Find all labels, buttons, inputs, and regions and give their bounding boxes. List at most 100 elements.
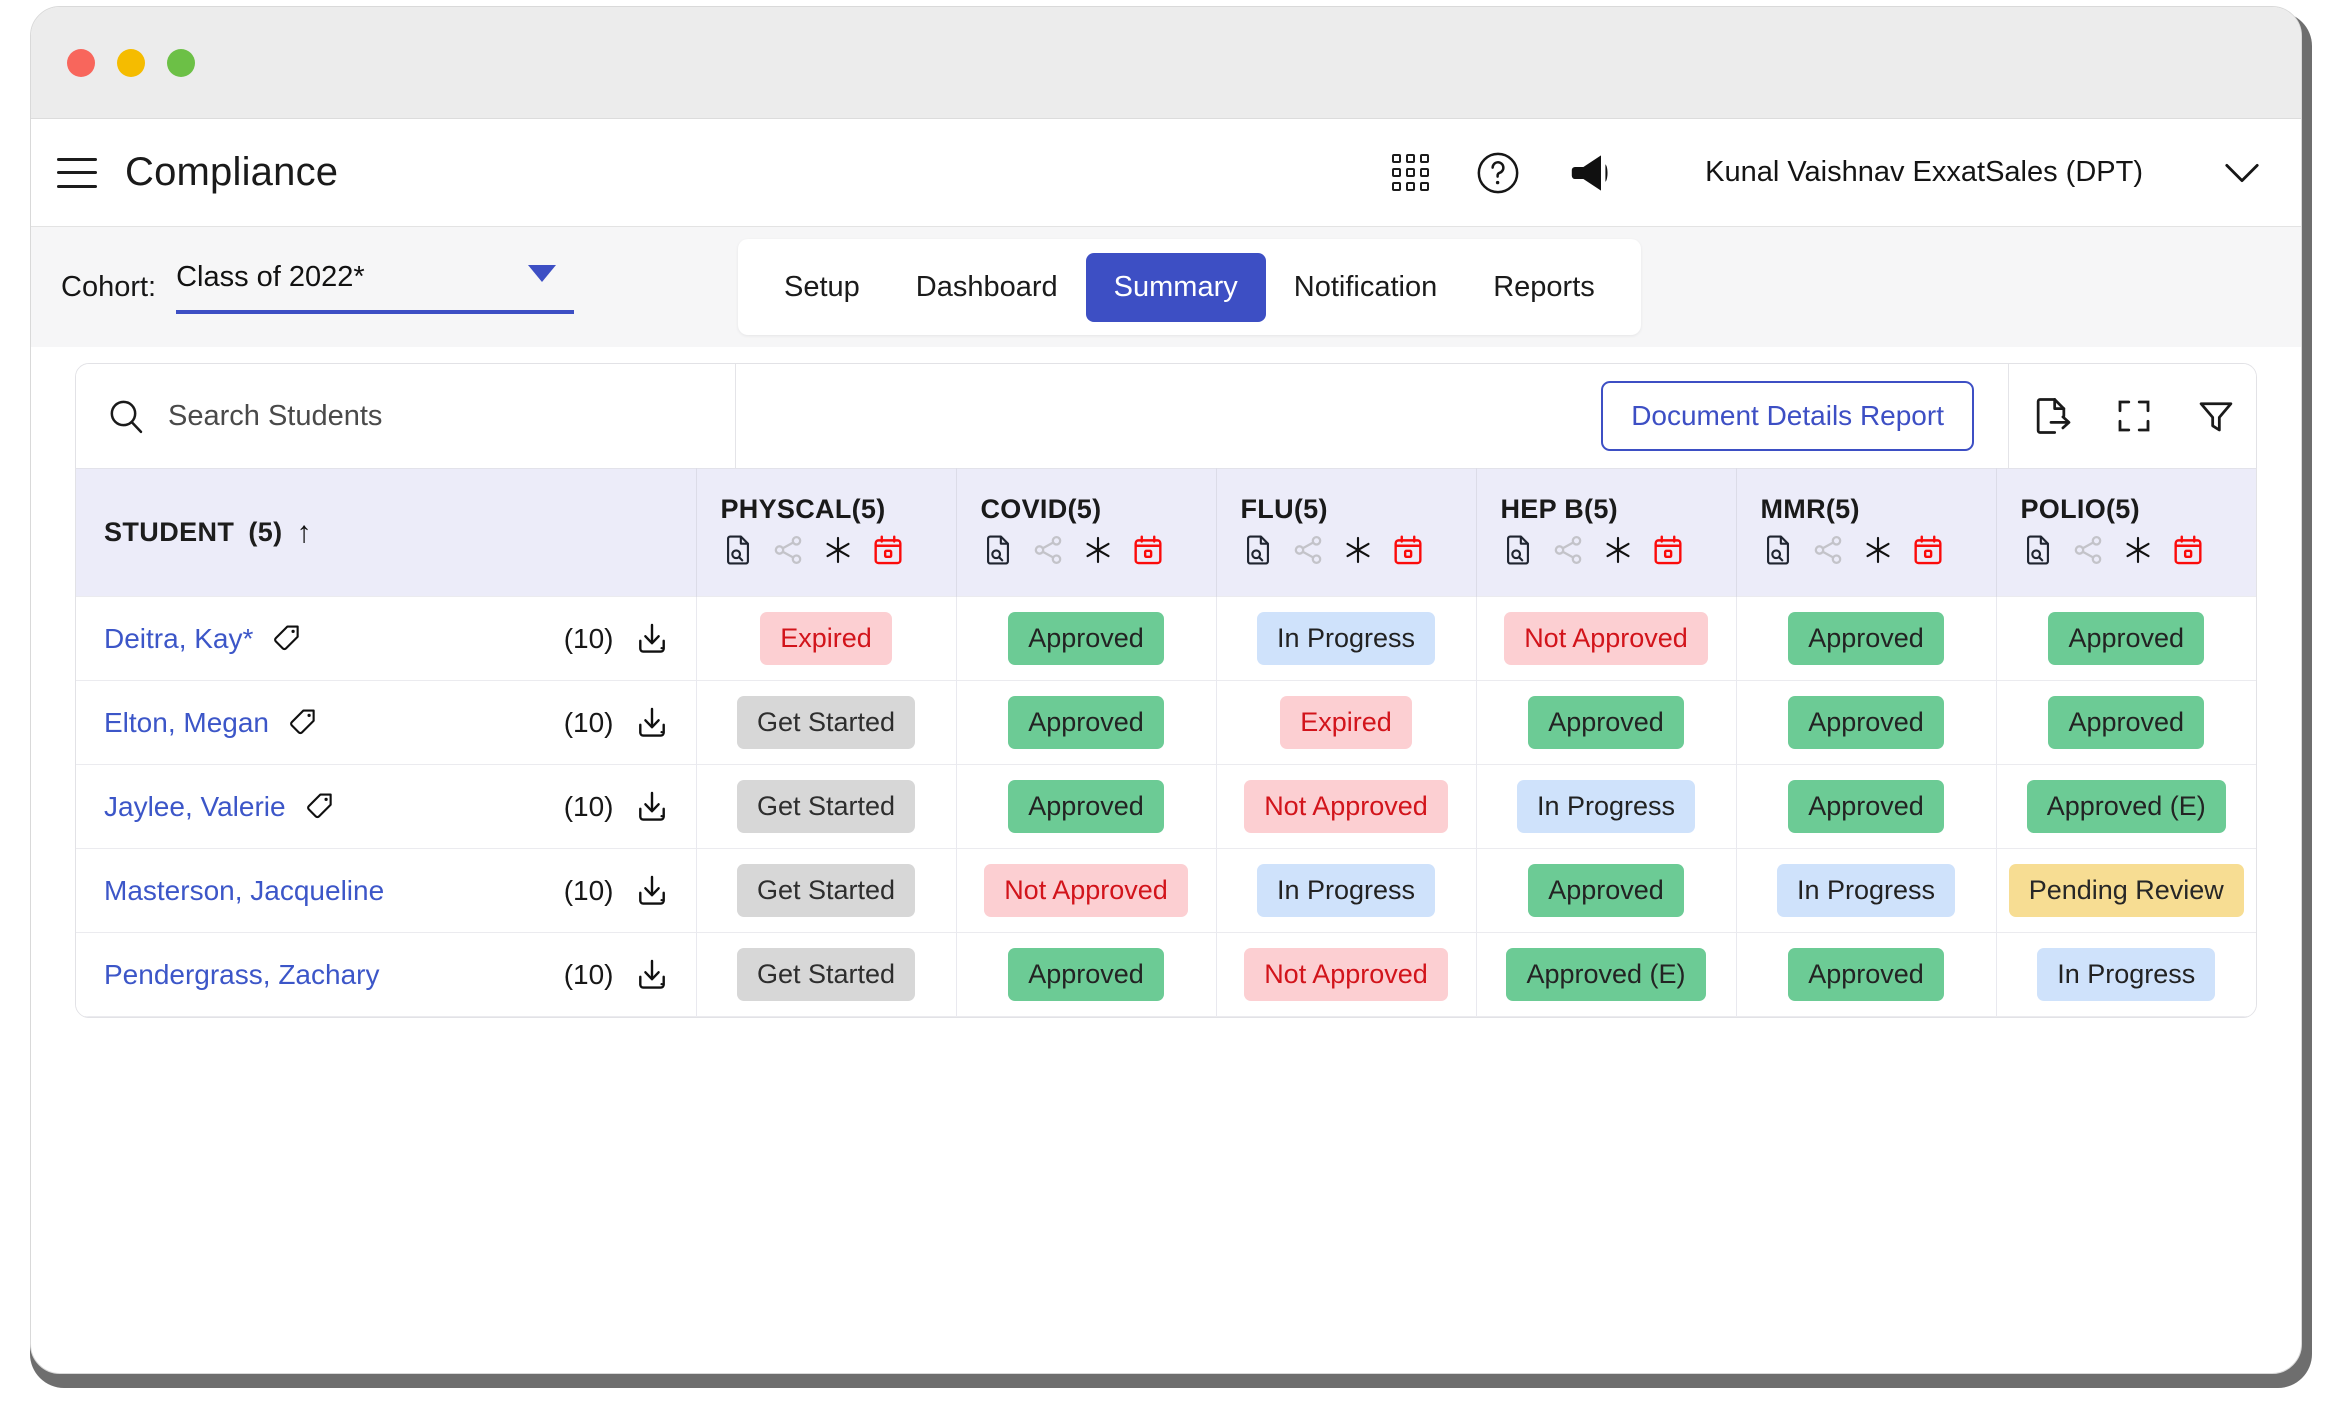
share-icon[interactable] bbox=[1031, 533, 1065, 572]
status-badge[interactable]: Approved bbox=[1788, 948, 1944, 1001]
calendar-icon[interactable] bbox=[1911, 533, 1945, 572]
status-badge[interactable]: Approved bbox=[1008, 948, 1164, 1001]
document-count: (10) bbox=[563, 790, 614, 822]
column-header-covid[interactable]: COVID(5) bbox=[956, 468, 1217, 597]
column-header-polio[interactable]: POLIO(5) bbox=[1996, 468, 2256, 597]
download-icon[interactable] bbox=[634, 705, 670, 741]
user-account-label[interactable]: Kunal Vaishnav ExxatSales (DPT) bbox=[1705, 156, 2143, 189]
student-name-link[interactable]: Pendergrass, Zachary bbox=[104, 959, 379, 991]
status-badge[interactable]: Get Started bbox=[736, 948, 916, 1001]
summary-card: Search Students Document Details Report bbox=[75, 363, 2257, 1018]
hamburger-menu-icon[interactable] bbox=[57, 157, 97, 188]
status-badge[interactable]: In Progress bbox=[1256, 864, 1436, 917]
student-name-link[interactable]: Deitra, Kay* bbox=[104, 623, 253, 655]
chevron-down-icon[interactable] bbox=[2223, 161, 2261, 185]
fullscreen-icon[interactable] bbox=[2113, 395, 2155, 437]
apps-grid-icon[interactable] bbox=[1392, 154, 1430, 191]
export-icon[interactable] bbox=[2029, 394, 2073, 438]
document-search-icon[interactable] bbox=[1761, 533, 1795, 572]
share-icon[interactable] bbox=[771, 533, 805, 572]
download-icon[interactable] bbox=[634, 873, 670, 909]
student-name-link[interactable]: Masterson, Jacqueline bbox=[104, 875, 384, 907]
close-window-button[interactable] bbox=[67, 48, 95, 77]
calendar-icon[interactable] bbox=[2171, 533, 2205, 572]
status-badge[interactable]: In Progress bbox=[1776, 864, 1956, 917]
document-search-icon[interactable] bbox=[1241, 533, 1275, 572]
status-badge[interactable]: Not Approved bbox=[1504, 612, 1708, 665]
asterisk-icon[interactable] bbox=[2121, 533, 2155, 572]
column-header-mmr[interactable]: MMR(5) bbox=[1736, 468, 1997, 597]
maximize-window-button[interactable] bbox=[167, 48, 195, 77]
status-cell: Approved bbox=[1476, 680, 1737, 765]
status-badge[interactable]: Not Approved bbox=[1244, 780, 1448, 833]
status-badge[interactable]: Approved bbox=[1528, 696, 1684, 749]
status-badge[interactable]: Not Approved bbox=[1244, 948, 1448, 1001]
column-header-physcal[interactable]: PHYSCAL(5) bbox=[696, 468, 957, 597]
status-badge[interactable]: Approved bbox=[1008, 696, 1164, 749]
tab-notification[interactable]: Notification bbox=[1266, 253, 1465, 322]
column-header-hep-b[interactable]: HEP B(5) bbox=[1476, 468, 1737, 597]
status-badge[interactable]: Approved bbox=[1788, 780, 1944, 833]
share-icon[interactable] bbox=[1291, 533, 1325, 572]
document-details-report-button[interactable]: Document Details Report bbox=[1601, 381, 1974, 451]
status-badge[interactable]: Approved bbox=[1008, 780, 1164, 833]
column-header-flu[interactable]: FLU(5) bbox=[1216, 468, 1477, 597]
status-badge[interactable]: Get Started bbox=[736, 864, 916, 917]
filter-icon[interactable] bbox=[2195, 395, 2237, 437]
status-badge[interactable]: Get Started bbox=[736, 780, 916, 833]
student-name-link[interactable]: Jaylee, Valerie bbox=[104, 791, 286, 823]
status-badge[interactable]: Get Started bbox=[736, 696, 916, 749]
status-badge[interactable]: In Progress bbox=[1516, 780, 1696, 833]
status-badge[interactable]: Expired bbox=[1280, 696, 1412, 749]
document-search-icon[interactable] bbox=[1501, 533, 1535, 572]
status-badge[interactable]: Approved bbox=[1008, 612, 1164, 665]
status-badge[interactable]: Approved bbox=[1528, 864, 1684, 917]
download-icon[interactable] bbox=[634, 621, 670, 657]
tab-dashboard[interactable]: Dashboard bbox=[888, 253, 1086, 322]
asterisk-icon[interactable] bbox=[1341, 533, 1375, 572]
megaphone-icon[interactable] bbox=[1567, 151, 1619, 195]
calendar-icon[interactable] bbox=[1651, 533, 1685, 572]
document-search-icon[interactable] bbox=[981, 533, 1015, 572]
download-icon[interactable] bbox=[634, 789, 670, 825]
document-search-icon[interactable] bbox=[721, 533, 755, 572]
share-icon[interactable] bbox=[2071, 533, 2105, 572]
status-badge[interactable]: Approved (E) bbox=[1506, 948, 1706, 1001]
document-search-icon[interactable] bbox=[2021, 533, 2055, 572]
help-circle-icon[interactable] bbox=[1475, 150, 1521, 196]
tag-icon[interactable] bbox=[271, 622, 305, 656]
calendar-icon[interactable] bbox=[1391, 533, 1425, 572]
tag-icon[interactable] bbox=[287, 706, 321, 740]
asterisk-icon[interactable] bbox=[821, 533, 855, 572]
asterisk-icon[interactable] bbox=[1601, 533, 1635, 572]
sort-ascending-icon[interactable]: ↑ bbox=[297, 517, 312, 548]
download-icon[interactable] bbox=[634, 957, 670, 993]
cohort-dropdown[interactable]: Class of 2022* bbox=[176, 261, 575, 314]
share-icon[interactable] bbox=[1551, 533, 1585, 572]
column-header-student[interactable]: STUDENT (5) ↑ bbox=[76, 468, 697, 597]
status-badge[interactable]: Approved bbox=[2048, 612, 2205, 665]
status-badge[interactable]: Expired bbox=[760, 612, 892, 665]
calendar-icon[interactable] bbox=[871, 533, 905, 572]
status-badge[interactable]: Approved (E) bbox=[2026, 780, 2226, 833]
document-count: (10) bbox=[563, 874, 614, 906]
tab-summary[interactable]: Summary bbox=[1085, 252, 1266, 322]
minimize-window-button[interactable] bbox=[117, 48, 145, 77]
tag-icon[interactable] bbox=[304, 790, 338, 824]
status-badge[interactable]: Approved bbox=[1788, 696, 1944, 749]
tab-setup[interactable]: Setup bbox=[756, 253, 888, 322]
status-badge[interactable]: Not Approved bbox=[984, 864, 1188, 917]
status-badge[interactable]: In Progress bbox=[2037, 948, 2216, 1001]
asterisk-icon[interactable] bbox=[1081, 533, 1115, 572]
search-input[interactable]: Search Students bbox=[76, 364, 736, 468]
student-name-link[interactable]: Elton, Megan bbox=[104, 707, 269, 739]
asterisk-icon[interactable] bbox=[1861, 533, 1895, 572]
status-cell: Approved bbox=[1996, 596, 2256, 681]
share-icon[interactable] bbox=[1811, 533, 1845, 572]
calendar-icon[interactable] bbox=[1131, 533, 1165, 572]
tab-reports[interactable]: Reports bbox=[1465, 253, 1623, 322]
status-badge[interactable]: In Progress bbox=[1256, 612, 1436, 665]
status-badge[interactable]: Pending Review bbox=[2008, 864, 2244, 917]
status-badge[interactable]: Approved bbox=[2048, 696, 2205, 749]
status-badge[interactable]: Approved bbox=[1788, 612, 1944, 665]
